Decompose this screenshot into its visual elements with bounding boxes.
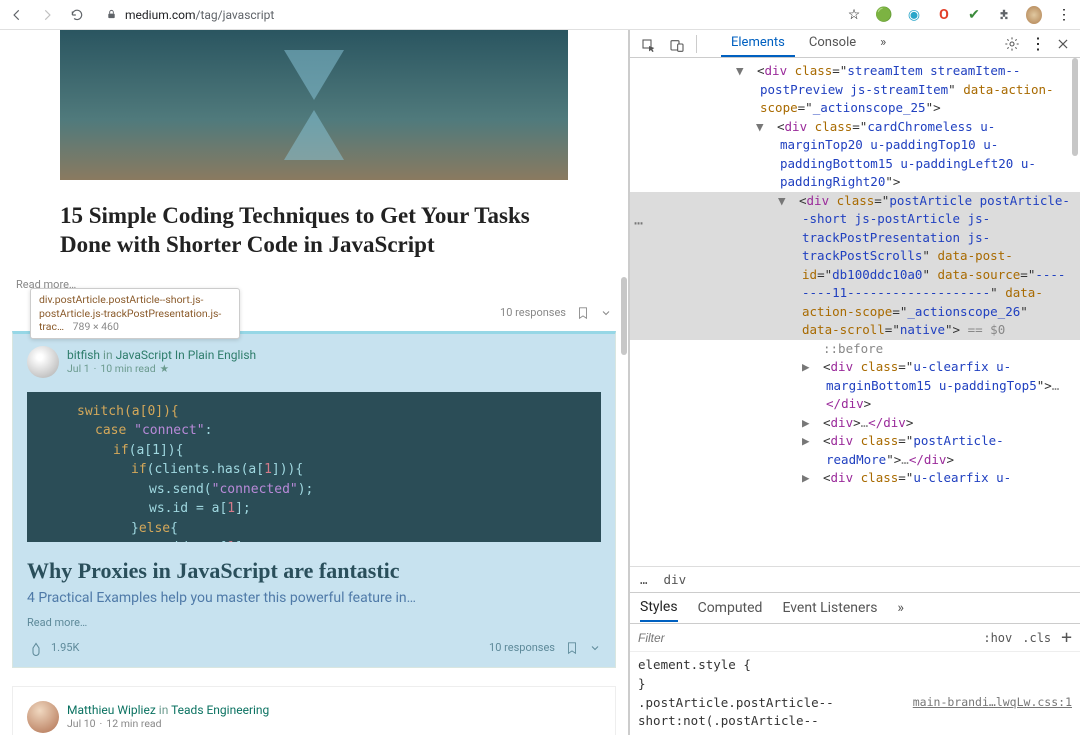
styles-body[interactable]: element.style { } .postArticle.postArtic… — [630, 652, 1080, 735]
dom-pseudo[interactable]: ::before — [630, 340, 1080, 359]
devtools-tabs: Elements Console » — [721, 30, 896, 57]
url-path: /tag/javascript — [196, 8, 275, 22]
article-2-read-more[interactable]: Read more… — [27, 616, 601, 629]
dom-scrollbar[interactable] — [1072, 58, 1078, 156]
tabs-overflow-icon[interactable]: » — [897, 600, 904, 616]
article-card-3[interactable]: Matthieu Wipliez in Teads Engineering Ju… — [12, 686, 616, 735]
avatar[interactable] — [27, 346, 59, 378]
dom-node[interactable]: ▶<div>…</div> — [630, 414, 1080, 433]
device-toggle-icon[interactable] — [664, 35, 690, 57]
browser-toolbar: medium.com/tag/javascript ☆ 🟢 ◉ O ✔ ⋮ — [0, 0, 1080, 30]
article-2-title[interactable]: Why Proxies in JavaScript are fantastic — [27, 558, 601, 584]
meta-line: Jul 1 · 10 min read ★ — [67, 362, 256, 375]
dom-node[interactable]: ▶<div class="u-clearfix u-marginBottom15… — [630, 358, 1080, 414]
chevron-down-icon[interactable] — [600, 307, 612, 319]
cls-toggle[interactable]: .cls — [1022, 631, 1051, 645]
dom-node[interactable]: ▶<div class="u-clearfix u- — [630, 469, 1080, 488]
close-icon[interactable] — [1056, 37, 1070, 51]
read-time: 12 min read — [106, 717, 161, 730]
extension-icon-2[interactable]: ✔ — [966, 7, 982, 23]
article-3-byline: Matthieu Wipliez in Teads Engineering Ju… — [27, 695, 601, 735]
kebab-menu-icon[interactable]: ⋮ — [1030, 34, 1046, 53]
article-2-code-image: switch(a[0]){ case "connect": if(a[1]){ … — [27, 392, 601, 542]
dom-node-selected[interactable]: ▼<div class="postArticle postArticle--sh… — [630, 192, 1080, 340]
extension-icon-1[interactable]: ◉ — [906, 7, 922, 23]
inspector-tooltip: div.postArticle.postArticle--short.js-po… — [30, 288, 240, 339]
chevron-down-icon[interactable] — [589, 642, 601, 654]
publication-link[interactable]: Teads Engineering — [171, 703, 269, 717]
styles-filter-input[interactable] — [638, 631, 975, 645]
new-rule-icon[interactable]: + — [1061, 627, 1072, 648]
back-button[interactable] — [8, 6, 26, 24]
article-1-title[interactable]: 15 Simple Coding Techniques to Get Your … — [60, 202, 568, 260]
tab-event-listeners[interactable]: Event Listeners — [782, 600, 877, 616]
extension-icons: ☆ 🟢 ◉ O ✔ ⋮ — [846, 7, 1072, 23]
tooltip-selector: div.postArticle.postArticle--short.js-po… — [39, 293, 221, 333]
bookmark-icon[interactable] — [576, 305, 590, 321]
author-link[interactable]: Matthieu Wipliez — [67, 703, 156, 717]
tab-styles[interactable]: Styles — [640, 599, 678, 622]
date: Jul 1 — [67, 362, 90, 375]
evernote-icon[interactable]: 🟢 — [876, 7, 892, 23]
publication-link[interactable]: JavaScript In Plain English — [116, 348, 257, 362]
forward-button[interactable] — [38, 6, 56, 24]
inspect-element-icon[interactable] — [636, 35, 662, 57]
page-scrollbar[interactable] — [621, 277, 627, 355]
tabs-overflow-icon[interactable]: » — [870, 30, 896, 57]
css-rule[interactable]: .postArticle.postArticle--short:not(.pos… — [638, 694, 1072, 732]
lock-icon — [106, 9, 117, 20]
devtools-panel: Elements Console » ⋮ ⋯ ▼<div class="stre… — [628, 30, 1080, 735]
dom-node[interactable]: ▶<div class="postArticle-readMore">…</di… — [630, 432, 1080, 469]
article-1-hero-image — [60, 30, 568, 180]
avatar[interactable] — [27, 701, 59, 733]
dom-node[interactable]: ▼<div class="streamItem streamItem--post… — [630, 62, 1080, 118]
dom-gutter-ellipsis: ⋯ — [634, 214, 643, 233]
address-bar[interactable]: medium.com/tag/javascript — [98, 8, 834, 22]
kebab-menu-icon[interactable]: ⋮ — [1056, 7, 1072, 23]
rule-selector[interactable]: .postArticle.postArticle--short:not(.pos… — [638, 694, 913, 732]
date: Jul 10 — [67, 717, 96, 730]
article-2-subtitle: 4 Practical Examples help you master thi… — [27, 590, 601, 606]
tab-elements[interactable]: Elements — [721, 30, 795, 57]
dom-breadcrumb[interactable]: … div — [630, 566, 1080, 592]
styles-filter-row: :hov .cls + — [630, 624, 1080, 652]
meta-line: Jul 10 · 12 min read — [67, 717, 269, 730]
devtools-toolbar: Elements Console » ⋮ — [630, 30, 1080, 58]
tab-computed[interactable]: Computed — [698, 600, 763, 616]
tab-console[interactable]: Console — [799, 30, 866, 57]
tooltip-dimensions: 789 × 460 — [73, 320, 119, 333]
page-viewport: 15 Simple Coding Techniques to Get Your … — [0, 30, 628, 735]
article-1-responses[interactable]: 10 responses — [500, 306, 566, 319]
dom-node[interactable]: ▼<div class="cardChromeless u-marginTop2… — [630, 118, 1080, 192]
author-line: Matthieu Wipliez in Teads Engineering — [67, 703, 269, 717]
breadcrumb-ellipsis[interactable]: … — [640, 572, 648, 587]
rule-source-link[interactable]: main-brandi…lwqLw.css:1 — [913, 694, 1072, 711]
profile-avatar[interactable] — [1026, 7, 1042, 23]
hov-toggle[interactable]: :hov — [983, 631, 1012, 645]
styles-tabbar: Styles Computed Event Listeners » — [630, 592, 1080, 624]
author-link[interactable]: bitfish — [67, 348, 100, 362]
read-time: 10 min read — [100, 362, 155, 375]
star-icon: ★ — [160, 362, 169, 375]
article-2-footer: 1.95K 10 responses — [27, 637, 601, 659]
star-icon[interactable]: ☆ — [846, 7, 862, 23]
dom-tree[interactable]: ⋯ ▼<div class="streamItem streamItem--po… — [630, 58, 1080, 566]
article-card-1[interactable]: 15 Simple Coding Techniques to Get Your … — [12, 30, 616, 260]
reload-button[interactable] — [68, 6, 86, 24]
clap-count: 1.95K — [51, 641, 79, 654]
breadcrumb-node[interactable]: div — [664, 572, 687, 587]
bookmark-icon[interactable] — [565, 640, 579, 656]
article-2-byline: bitfish in JavaScript In Plain English J… — [27, 340, 601, 384]
clap-icon[interactable] — [27, 639, 45, 657]
opera-icon[interactable]: O — [936, 7, 952, 23]
extensions-menu-icon[interactable] — [996, 7, 1012, 23]
article-card-2-highlighted[interactable]: bitfish in JavaScript In Plain English J… — [12, 331, 616, 668]
element-style[interactable]: element.style { — [638, 656, 1072, 675]
url-host: medium.com — [125, 8, 196, 22]
hourglass-graphic — [284, 50, 344, 160]
author-line: bitfish in JavaScript In Plain English — [67, 348, 256, 362]
article-2-responses[interactable]: 10 responses — [489, 641, 555, 654]
gear-icon[interactable] — [1004, 36, 1020, 52]
